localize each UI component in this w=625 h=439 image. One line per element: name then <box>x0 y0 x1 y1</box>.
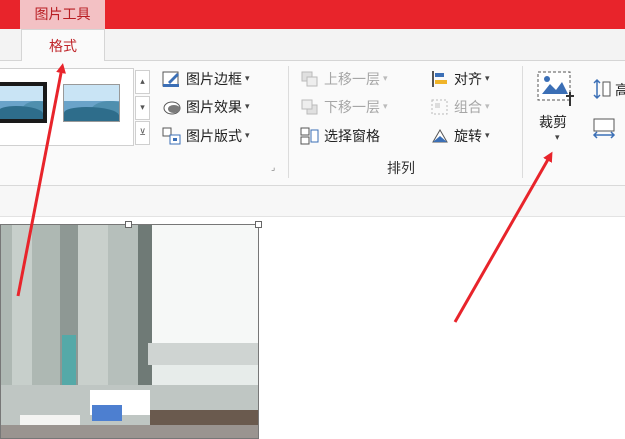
group-divider <box>288 66 289 178</box>
group-divider <box>522 66 523 178</box>
send-backward-button[interactable]: 下移一层 ▾ <box>300 96 388 118</box>
width-icon <box>592 117 618 139</box>
resize-handle[interactable] <box>255 221 262 228</box>
height-label-partial: 高 <box>615 83 625 99</box>
dialog-launcher-icon[interactable]: ⌟ <box>271 163 275 173</box>
resize-handle[interactable] <box>125 221 132 228</box>
group-icon <box>430 98 450 116</box>
picture-tools-label: 图片工具 <box>34 7 91 23</box>
crop-label[interactable]: 裁剪 <box>539 112 567 132</box>
gallery-scroll-up-button[interactable]: ▴ <box>135 70 150 94</box>
group-objects-button[interactable]: 组合 ▾ <box>430 96 490 118</box>
selection-pane-button[interactable]: 选择窗格 <box>300 125 380 147</box>
bring-forward-icon <box>300 70 320 88</box>
picture-border-button[interactable]: 图片边框 ▾ <box>162 68 250 90</box>
send-backward-icon <box>300 98 320 116</box>
crop-icon[interactable] <box>536 70 576 108</box>
document-ruler <box>0 186 625 217</box>
picture-layout-button[interactable]: 图片版式 ▾ <box>162 125 250 147</box>
align-button[interactable]: 对齐 ▾ <box>430 68 490 90</box>
crop-dropdown-caret[interactable]: ▾ <box>555 133 560 143</box>
effects-icon <box>162 98 182 116</box>
align-icon <box>430 70 450 88</box>
picture-effects-button[interactable]: 图片效果 ▾ <box>162 96 250 118</box>
arrange-group-label: 排列 <box>387 161 415 177</box>
picture-style-thumbnail[interactable] <box>63 84 120 122</box>
rotate-button[interactable]: 旋转 ▾ <box>430 125 490 147</box>
height-icon <box>592 78 612 100</box>
selection-pane-icon <box>300 127 320 145</box>
gallery-more-button[interactable]: ⊻ <box>135 121 150 145</box>
gallery-scroll-down-button[interactable]: ▾ <box>135 96 150 120</box>
picture-style-thumbnail[interactable] <box>0 82 47 123</box>
layout-icon <box>162 127 182 145</box>
rotate-icon <box>430 127 450 145</box>
picture-selection-border <box>0 224 259 439</box>
pencil-icon <box>162 70 182 88</box>
bring-forward-button[interactable]: 上移一层 ▾ <box>300 68 388 90</box>
tab-format-label[interactable]: 格式 <box>21 36 105 56</box>
